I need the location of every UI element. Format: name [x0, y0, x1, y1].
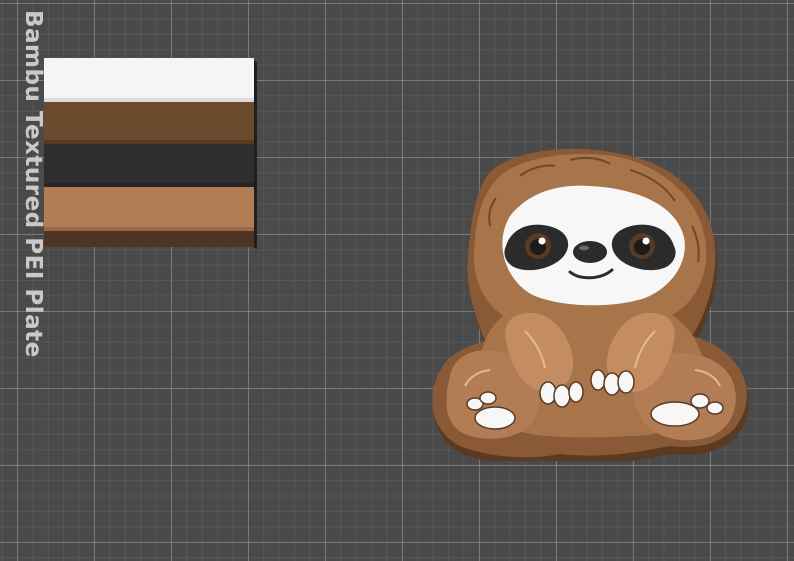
filament-swatch-block[interactable]	[44, 58, 257, 249]
swatch-white-layer	[44, 58, 254, 102]
sloth-nose	[573, 241, 607, 263]
swatch-charcoal-layer-edge	[44, 183, 254, 187]
swatch-svg	[44, 58, 257, 249]
sloth-model[interactable]	[430, 146, 750, 461]
swatch-charcoal-layer	[44, 144, 254, 187]
swatch-light-brown-layer	[44, 187, 254, 231]
sloth-nose-shine	[579, 245, 589, 251]
plate-label: Bambu Textured PEI Plate	[20, 10, 46, 358]
sloth-right-eye-shine	[642, 237, 650, 245]
swatch-dark-brown-layer-edge	[44, 140, 254, 144]
swatch-light-brown-layer-edge	[44, 227, 254, 231]
swatch-base-layer	[44, 231, 254, 247]
build-plate-viewport[interactable]: Bambu Textured PEI Plate	[0, 0, 794, 561]
sloth-left-eye-shine	[538, 237, 546, 245]
sloth-svg	[432, 148, 749, 461]
swatch-white-layer-edge	[44, 98, 254, 102]
swatch-dark-brown-layer	[44, 102, 254, 144]
